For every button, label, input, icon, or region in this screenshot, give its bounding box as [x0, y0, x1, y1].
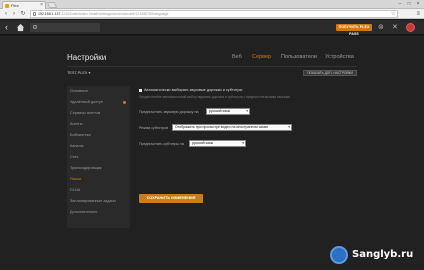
audio-language-select[interactable]: русский язык ▾	[206, 108, 250, 115]
bookmark-star-icon[interactable]: ☆	[391, 10, 396, 18]
get-plex-pass-button[interactable]: ПОЛУЧИТЬ PLEX PASS	[336, 24, 372, 36]
maximize-icon[interactable]: □	[405, 0, 413, 8]
header-divider	[67, 66, 357, 67]
window-close-icon[interactable]: ×	[414, 0, 422, 8]
sidebar-item-label: Библиотека	[70, 133, 91, 137]
avatar[interactable]	[406, 23, 415, 32]
settings-sidebar: Основные Удалённый доступ Сервисы агенто…	[67, 86, 130, 228]
sidebar-item-agent-services[interactable]: Сервисы агентов	[67, 108, 130, 119]
auto-select-checkbox[interactable]	[139, 88, 142, 92]
browser-toolbar: ‹ › ↻ 192.168.1.137:32400/web/index.html…	[0, 9, 424, 19]
sidebar-item-agents[interactable]: Агенты	[67, 119, 130, 130]
sidebar-item-extras[interactable]: Дополнительно	[67, 207, 130, 218]
browser-tab-strip: Plex × – □ ×	[0, 0, 424, 9]
subtitle-mode-value: Отображать при просмотре видео на иностр…	[175, 125, 269, 129]
server-selector[interactable]: TEST-PLEX ▾	[67, 70, 90, 75]
save-changes-button[interactable]: СОХРАНИТЬ ИЗМЕНЕНИЯ	[139, 194, 203, 203]
sidebar-item-languages[interactable]: Языки	[67, 174, 130, 185]
browser-tab[interactable]: Plex ×	[2, 1, 46, 9]
watermark: Sanglyb.ru	[330, 243, 420, 267]
sidebar-item-label: Сервисы агентов	[70, 111, 101, 115]
sidebar-item-network[interactable]: Сеть	[67, 152, 130, 163]
page-title: Настройки	[67, 53, 107, 62]
plex-back-icon[interactable]: ‹	[5, 23, 8, 32]
url-host: 192.168.1.137	[38, 12, 61, 16]
sidebar-item-transcoder[interactable]: Транскодировщик	[67, 163, 130, 174]
sidebar-item-label: Удалённый доступ	[70, 100, 103, 104]
subtitle-language-select[interactable]: русский язык ▾	[189, 140, 246, 147]
plex-favicon-icon	[5, 4, 9, 8]
settings-page: Настройки Веб Сервер Пользователи Устрой…	[0, 36, 424, 270]
browser-back-icon[interactable]: ‹	[2, 10, 10, 18]
watermark-logo-icon	[330, 246, 348, 264]
subtitle-language-label: Предпочитать субтитры на	[139, 142, 184, 146]
page-info-icon[interactable]	[33, 12, 36, 16]
tab-server[interactable]: Сервер	[252, 54, 271, 60]
audio-language-label: Предпочитать звуковую дорожку на	[139, 110, 199, 114]
watermark-text: Sanglyb.ru	[352, 249, 414, 260]
subtitle-mode-label: Режим субтитров	[139, 126, 168, 130]
tab-devices[interactable]: Устройства	[325, 54, 354, 60]
subtitle-language-value: русский язык	[192, 141, 214, 145]
url-path: :32400/web/index.html#!/settings/server/…	[60, 12, 169, 16]
plex-header: ‹ ПОЛУЧИТЬ PLEX PASS ⊚ ✕	[0, 20, 424, 36]
sidebar-item-label: Сеть	[70, 155, 79, 159]
audio-language-value: русский язык	[209, 109, 231, 113]
reload-icon[interactable]: ↻	[19, 10, 27, 18]
show-advanced-button[interactable]: ПОКАЗАТЬ ДОП. НАСТРОЙКИ	[303, 70, 357, 76]
sidebar-item-remote-access[interactable]: Удалённый доступ	[67, 97, 130, 108]
search-input[interactable]	[30, 23, 100, 32]
browser-menu-icon[interactable]: ≡	[416, 10, 420, 18]
address-bar[interactable]: 192.168.1.137:32400/web/index.html#!/set…	[30, 10, 398, 18]
auto-select-hint: Предпочитайте автоматический выбор звуко…	[139, 95, 291, 99]
sidebar-item-label: Каналы	[70, 144, 84, 148]
sidebar-item-label: Запланированные задачи	[70, 199, 116, 203]
sidebar-item-label: DLNA	[70, 188, 81, 192]
sidebar-item-scheduled-tasks[interactable]: Запланированные задачи	[67, 196, 130, 207]
minimize-icon[interactable]: –	[396, 0, 404, 8]
browser-forward-icon[interactable]: ›	[10, 10, 18, 18]
sidebar-item-channels[interactable]: Каналы	[67, 141, 130, 152]
sidebar-item-label: Основные	[70, 89, 89, 93]
cast-icon[interactable]: ⊚	[378, 23, 384, 32]
sidebar-item-library[interactable]: Библиотека	[67, 130, 130, 141]
sidebar-item-label: Дополнительно	[70, 210, 98, 214]
tools-icon[interactable]: ✕	[392, 23, 398, 32]
sidebar-item-label: Агенты	[70, 122, 83, 126]
chevron-down-icon: ▾	[288, 125, 290, 129]
sidebar-item-label: Транскодировщик	[70, 166, 102, 170]
new-tab-button[interactable]	[46, 2, 58, 8]
tab-web[interactable]: Веб	[232, 54, 242, 60]
home-icon[interactable]	[16, 23, 25, 32]
search-icon	[33, 25, 37, 29]
auto-select-row: Автоматически выбирать звуковые дорожки …	[139, 88, 242, 92]
chevron-down-icon: ▾	[246, 109, 248, 113]
subtitle-mode-select[interactable]: Отображать при просмотре видео на иностр…	[172, 124, 292, 131]
tab-close-icon[interactable]: ×	[40, 2, 43, 9]
auto-select-label: Автоматически выбирать звуковые дорожки …	[144, 88, 243, 92]
sidebar-item-general[interactable]: Основные	[67, 86, 130, 97]
browser-tab-title: Plex	[11, 3, 19, 8]
sidebar-item-dlna[interactable]: DLNA	[67, 185, 130, 196]
tab-users[interactable]: Пользователи	[281, 54, 317, 60]
chevron-down-icon: ▾	[242, 141, 244, 145]
warning-dot-icon	[123, 101, 126, 104]
sidebar-item-label: Языки	[70, 177, 81, 181]
